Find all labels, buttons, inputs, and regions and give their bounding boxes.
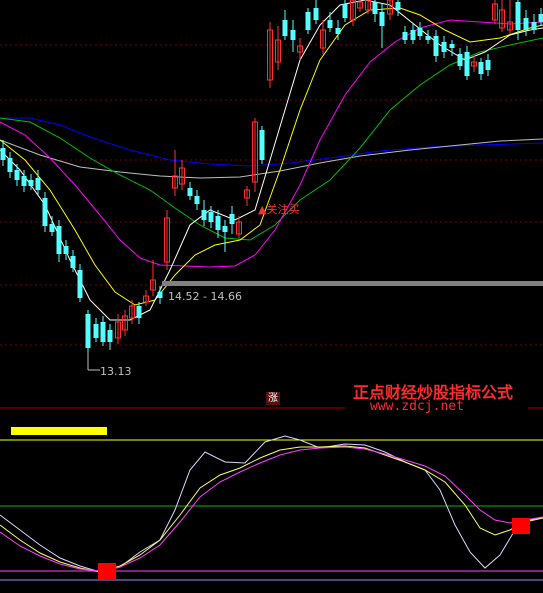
- candle-body-down: [282, 20, 288, 36]
- candle-body-down: [136, 306, 142, 318]
- candle-body-down: [259, 130, 265, 160]
- candle-body-down: [187, 188, 193, 196]
- low-price-label: 13.13: [100, 365, 132, 378]
- oscillator-panel[interactable]: [0, 427, 543, 581]
- candle-body-down: [229, 214, 235, 224]
- oscillator-fast-line: [0, 435, 543, 573]
- candle-body-down: [515, 2, 521, 30]
- candle-body-down: [449, 44, 455, 48]
- candle-body-down: [433, 36, 439, 56]
- candle-body-down: [395, 2, 401, 10]
- candle-body-down: [441, 42, 447, 52]
- candle-body-down: [523, 18, 529, 30]
- candle-body-down: [100, 322, 106, 342]
- candle-body-down: [379, 12, 385, 26]
- buy-signal-marker: [512, 518, 530, 534]
- buy-signal-marker: [98, 563, 116, 579]
- price-overlay: [87, 281, 543, 371]
- candlesticks[interactable]: [0, 0, 543, 352]
- candle-body-down: [21, 176, 27, 186]
- candle-body-down: [478, 62, 484, 74]
- candle-body-down: [0, 148, 6, 160]
- candle-body-down: [335, 28, 341, 34]
- candle-body-down: [313, 8, 319, 20]
- candle-body-down: [194, 196, 200, 204]
- candle-body-down: [208, 212, 214, 222]
- candle-body-down: [290, 30, 296, 40]
- oscillator-slow-line: [0, 446, 543, 572]
- candle-body-down: [107, 330, 113, 342]
- candle-body-down: [42, 198, 48, 226]
- candle-body-down: [7, 158, 13, 172]
- price-grid: [0, 44, 543, 409]
- candle-body-down: [35, 178, 41, 190]
- candle-body-down: [201, 210, 207, 220]
- candle-body-down: [77, 270, 83, 298]
- candle-body-down: [485, 60, 491, 70]
- ma-blue-line: [0, 117, 543, 167]
- candle-body-down: [410, 30, 416, 40]
- candle-body-down: [28, 180, 34, 186]
- watermark-url: www.zdcj.net: [370, 399, 464, 414]
- candle-body-down: [531, 22, 537, 30]
- candle-body-down: [417, 28, 423, 36]
- candle-body-down: [14, 170, 20, 180]
- candle-body-down: [457, 54, 463, 66]
- candle-body-down: [402, 32, 408, 40]
- candle-body-down: [157, 292, 163, 298]
- candle-body-down: [49, 224, 55, 232]
- candle-body-down: [215, 216, 221, 230]
- watermark: 正点财经炒股指标公式 www.zdcj.net: [345, 376, 528, 418]
- candle-body-down: [93, 324, 99, 338]
- candle-body-down: [85, 314, 91, 348]
- range-level-bar: [162, 281, 543, 286]
- stock-chart[interactable]: [0, 0, 543, 593]
- candle-body-down: [372, 2, 378, 14]
- candle-body-down: [538, 14, 543, 22]
- range-label: 14.52 - 14.66: [168, 290, 242, 303]
- candle-body-down: [425, 36, 431, 40]
- yellow-volume-bar: [11, 427, 107, 435]
- candle-body-down: [327, 20, 333, 28]
- buy-signal-label: ▲关注买: [258, 203, 300, 216]
- candle-body-down: [305, 12, 311, 30]
- candle-body-down: [464, 52, 470, 76]
- oscillator-mid-line: [0, 445, 543, 573]
- candle-body-down: [56, 226, 62, 254]
- candle-body-down: [222, 226, 228, 232]
- candle-body-down: [70, 256, 76, 268]
- candle-body-down: [342, 4, 348, 18]
- ma-gray-line: [0, 138, 543, 179]
- candle-body-down: [63, 246, 69, 254]
- rise-badge[interactable]: 涨: [266, 392, 280, 405]
